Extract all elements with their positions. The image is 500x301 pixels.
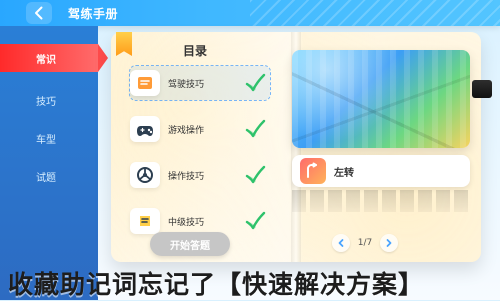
back-button[interactable] [26, 2, 52, 24]
sidebar-item-label: 车型 [36, 134, 56, 146]
steering-wheel-icon [130, 162, 160, 188]
driving-tips-icon [130, 70, 160, 96]
sidebar-item-技巧[interactable]: 技巧 [0, 86, 98, 114]
toc-item-label: 中级技巧 [168, 217, 205, 228]
tools-icon [130, 208, 160, 234]
toc-item-driving-tips[interactable]: 驾驶技巧 [129, 65, 271, 101]
gamepad-icon [130, 116, 160, 142]
sidebar-item-试题[interactable]: 试题 [0, 162, 98, 190]
top-bar: 驾练手册 [0, 0, 500, 26]
toc-title: 目录 [182, 44, 207, 58]
track-preview-image [292, 50, 470, 148]
pager: 1/7 [332, 231, 398, 255]
chevron-right-icon [386, 239, 392, 247]
check-icon [244, 73, 266, 93]
sidebar-item-车型[interactable]: 车型 [0, 124, 98, 152]
page-indicator: 1/7 [357, 238, 373, 248]
tip-card: 左转 [292, 155, 470, 187]
chevron-left-icon [338, 239, 344, 247]
left-turn-icon [300, 158, 326, 184]
headline-overlay: 收藏助记词忘记了【快速解决方案】 [8, 270, 425, 299]
sidebar-item-label: 试题 [36, 172, 56, 184]
sidebar-item-label: 常识 [36, 54, 56, 66]
toc-item-game-controls[interactable]: 游戏操作 [130, 112, 270, 146]
toc-item-label: 游戏操作 [168, 125, 205, 136]
tip-title: 左转 [334, 167, 354, 179]
start-quiz-button[interactable]: 开始答题 [150, 232, 230, 256]
check-icon [244, 165, 266, 185]
next-page-button[interactable] [379, 234, 398, 252]
prev-page-button[interactable] [332, 234, 350, 252]
topbar-decoration [250, 0, 500, 26]
sidebar-item-常识[interactable]: 常识 [0, 44, 108, 72]
toc-item-label: 驾驶技巧 [168, 79, 205, 90]
back-arrow-icon [35, 6, 43, 20]
toc-item-label: 操作技巧 [168, 171, 205, 182]
tip-placeholder-lines [292, 190, 470, 212]
app-title: 驾练手册 [68, 7, 119, 21]
toc-item-operation-tips[interactable]: 操作技巧 [130, 158, 270, 192]
check-icon [244, 119, 266, 139]
sidebar: 常识 技巧 车型 试题 [0, 26, 108, 300]
check-icon [244, 211, 266, 231]
ribbon-tab [472, 80, 492, 98]
sidebar-item-label: 技巧 [36, 96, 56, 108]
